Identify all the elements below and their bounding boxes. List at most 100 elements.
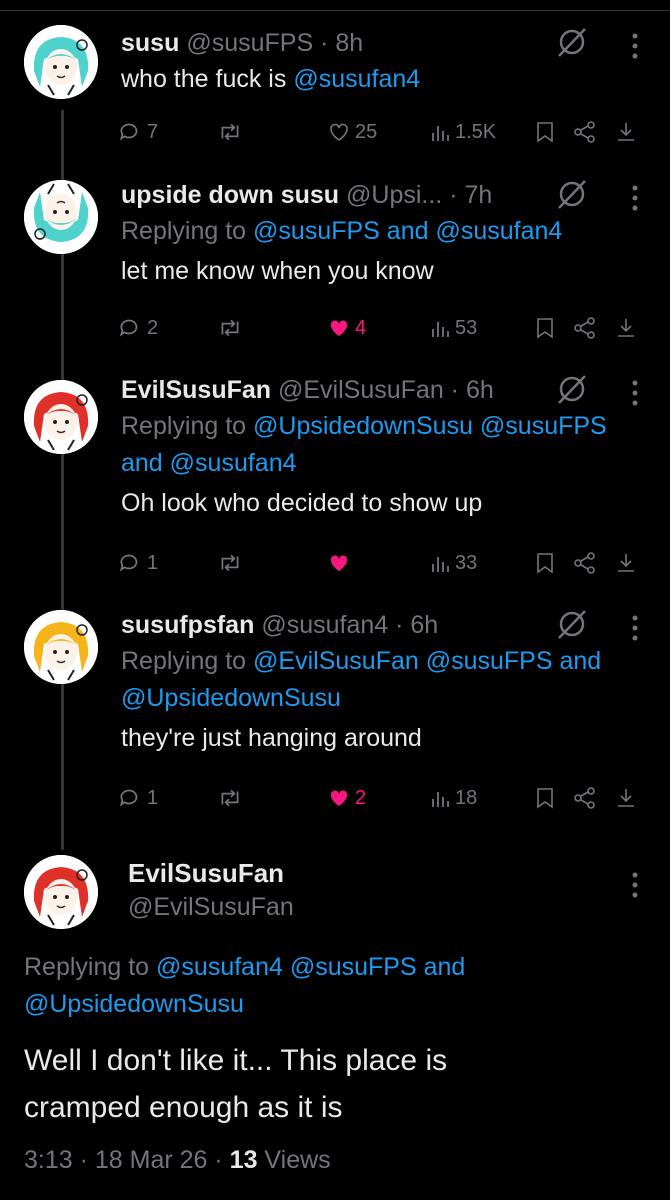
separator: · — [72, 1146, 95, 1174]
reply-icon — [119, 319, 138, 337]
avatar[interactable] — [24, 180, 98, 254]
grok-icon[interactable] — [556, 373, 588, 405]
separator: · — [207, 1146, 230, 1174]
heart-icon — [330, 555, 348, 571]
retweet-button[interactable] — [216, 548, 244, 578]
tweet-text: Oh look who decided to show up — [121, 485, 650, 522]
like-button[interactable] — [327, 548, 355, 578]
avatar[interactable] — [24, 380, 98, 454]
tweet-actions: 1 33 — [119, 548, 651, 578]
date[interactable]: 18 Mar 26 — [95, 1146, 208, 1174]
timestamp[interactable]: 7h — [464, 181, 492, 209]
tweet-actions: 1 2 18 — [119, 783, 651, 813]
replying-to: Replying to @EvilSusuFan @susuFPS and @U… — [121, 643, 650, 717]
share-button[interactable] — [573, 548, 597, 578]
author-handle[interactable]: @EvilSusuFan — [278, 376, 444, 404]
author-handle[interactable]: @susuFPS — [186, 29, 313, 57]
views-button[interactable]: 1.5K — [431, 117, 496, 147]
bookmark-icon — [537, 318, 553, 339]
more-options-icon[interactable] — [630, 183, 640, 213]
mention-link[interactable]: @susufan4 — [293, 65, 420, 93]
grok-icon[interactable] — [556, 26, 588, 58]
replying-to-link[interactable]: @susuFPS and @susufan4 — [253, 217, 562, 245]
timestamp[interactable]: 6h — [466, 376, 494, 404]
bookmark-icon — [537, 788, 553, 809]
author-name[interactable]: upside down susu — [121, 181, 339, 209]
tweet-actions: 2 4 53 — [119, 313, 651, 343]
reply-count: 1 — [147, 786, 159, 809]
replying-to-label: Replying to — [121, 647, 254, 675]
views-button[interactable]: 33 — [431, 548, 477, 578]
author-name[interactable]: EvilSusuFan — [121, 376, 271, 404]
retweet-button[interactable] — [216, 783, 244, 813]
heart-icon — [330, 320, 348, 336]
author-handle[interactable]: @susufan4 — [261, 611, 388, 639]
retweet-button[interactable] — [216, 117, 244, 147]
author-handle[interactable]: @Upsi... — [346, 181, 442, 209]
download-button[interactable] — [615, 783, 637, 813]
heart-icon — [330, 123, 348, 141]
reply-count: 1 — [147, 551, 159, 574]
grok-icon[interactable] — [556, 178, 588, 210]
author-handle[interactable]: @EvilSusuFan — [128, 893, 294, 922]
bookmark-button[interactable] — [534, 117, 556, 147]
like-count: 4 — [355, 316, 367, 339]
author-name[interactable]: susufpsfan — [121, 611, 254, 639]
avatar[interactable] — [24, 610, 98, 684]
reply-count: 2 — [147, 316, 159, 339]
author-name[interactable]: susu — [121, 29, 179, 57]
tweet-text-line: Well I don't like it... This place is — [24, 1044, 448, 1077]
share-button[interactable] — [573, 783, 597, 813]
tweet-text: Well I don't like it... This place is cr… — [24, 1037, 650, 1131]
reply-icon — [119, 554, 138, 572]
download-icon — [618, 319, 634, 337]
reply-button[interactable]: 1 — [117, 548, 158, 578]
avatar[interactable] — [24, 855, 98, 929]
replying-to: Replying to @UpsidedownSusu @susuFPS and… — [121, 408, 650, 482]
download-button[interactable] — [615, 117, 637, 147]
like-button[interactable]: 2 — [327, 783, 366, 813]
views-count: 33 — [455, 551, 478, 574]
tweet-text: who the fuck is @susufan4 — [121, 61, 650, 98]
download-icon — [618, 554, 634, 572]
more-options-icon[interactable] — [630, 870, 640, 900]
tweet-text: let me know when you know — [121, 253, 650, 290]
replying-to-label: Replying to — [121, 412, 254, 440]
reply-button[interactable]: 1 — [117, 783, 158, 813]
reply-button[interactable]: 2 — [117, 313, 158, 343]
retweet-icon — [221, 319, 239, 337]
retweet-icon — [221, 123, 239, 141]
reply-button[interactable]: 7 — [117, 117, 158, 147]
reply-icon — [119, 123, 138, 141]
grok-icon[interactable] — [556, 608, 588, 640]
more-options-icon[interactable] — [630, 378, 640, 408]
download-button[interactable] — [615, 548, 637, 578]
tweet-text-line: cramped enough as it is — [24, 1091, 343, 1124]
bookmark-button[interactable] — [534, 783, 556, 813]
replying-to-label: Replying to — [24, 953, 157, 981]
more-options-icon[interactable] — [630, 613, 640, 643]
timestamp[interactable]: 8h — [335, 29, 363, 57]
share-button[interactable] — [573, 117, 597, 147]
bookmark-button[interactable] — [534, 313, 556, 343]
share-button[interactable] — [573, 313, 597, 343]
retweet-button[interactable] — [216, 313, 244, 343]
avatar[interactable] — [24, 25, 98, 99]
like-button[interactable]: 25 — [327, 117, 377, 147]
views-button[interactable]: 18 — [431, 783, 477, 813]
like-button[interactable]: 4 — [327, 313, 366, 343]
share-icon — [574, 121, 595, 143]
timestamp[interactable]: 3:13 — [24, 1146, 73, 1174]
more-options-icon[interactable] — [630, 31, 640, 61]
bookmark-button[interactable] — [534, 548, 556, 578]
views-button[interactable]: 53 — [431, 313, 477, 343]
download-icon — [618, 123, 634, 141]
replying-to-link[interactable]: @UpsidedownSusu — [24, 990, 244, 1018]
share-icon — [574, 552, 595, 574]
tweet-text: they're just hanging around — [121, 720, 650, 757]
download-button[interactable] — [615, 313, 637, 343]
separator: · — [442, 181, 465, 209]
replying-to-link[interactable]: @susufan4 @susuFPS and — [156, 953, 465, 981]
author-name[interactable]: EvilSusuFan — [128, 858, 284, 889]
timestamp[interactable]: 6h — [410, 611, 438, 639]
